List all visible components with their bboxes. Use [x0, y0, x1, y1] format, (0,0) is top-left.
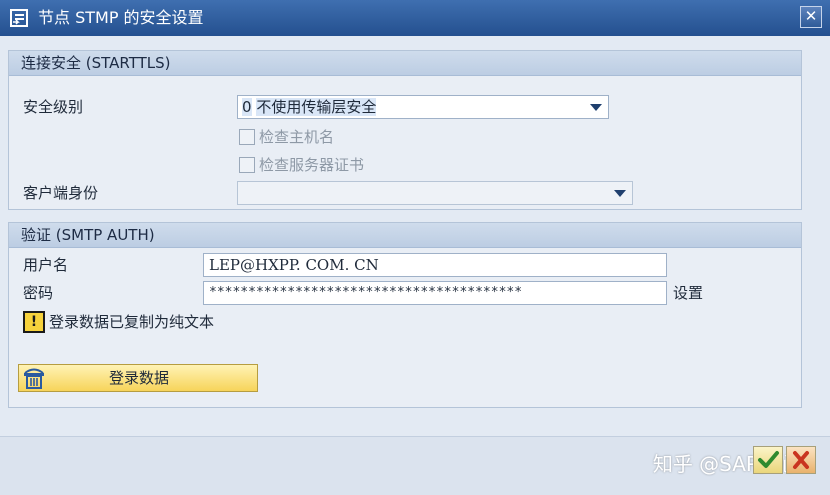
ok-button[interactable] [753, 446, 783, 474]
chevron-down-icon[interactable] [614, 190, 626, 197]
username-label: 用户名 [23, 256, 69, 274]
authentication-header: 验证 (SMTP AUTH) [9, 223, 801, 248]
warning-icon: ! [23, 311, 45, 333]
dialog-body: 连接安全 (STARTTLS) 安全级别 0 不使用传输层安全 检查主机名 检查… [0, 36, 830, 495]
login-data-button[interactable]: 登录数据 [18, 364, 258, 392]
password-label: 密码 [23, 284, 54, 302]
set-password-link[interactable]: 设置 [673, 283, 703, 303]
client-identity-label: 客户端身份 [23, 184, 99, 202]
client-identity-select[interactable] [237, 181, 633, 205]
username-input[interactable]: LEP@HXPP. COM. CN [203, 253, 667, 277]
close-button[interactable]: ✕ [800, 6, 822, 28]
security-level-code: 0 [242, 98, 252, 116]
connection-security-header: 连接安全 (STARTTLS) [9, 51, 801, 76]
cancel-button[interactable] [786, 446, 816, 474]
security-level-value: 0 不使用传输层安全 [242, 97, 377, 117]
cancel-icon [793, 451, 809, 469]
connection-security-group: 连接安全 (STARTTLS) 安全级别 0 不使用传输层安全 检查主机名 检查… [8, 50, 802, 210]
security-level-label: 安全级别 [23, 98, 84, 116]
check-hostname-label: 检查主机名 [259, 128, 335, 146]
warning-message: 登录数据已复制为纯文本 [49, 313, 215, 331]
window-icon [10, 9, 28, 27]
security-level-text: 不使用传输层安全 [256, 98, 377, 116]
title-bar: 节点 STMP 的安全设置 ✕ [0, 0, 830, 36]
login-data-button-label: 登录数据 [108, 369, 169, 387]
check-hostname-checkbox[interactable] [239, 129, 255, 145]
check-server-cert-checkbox[interactable] [239, 157, 255, 173]
check-server-cert-label: 检查服务器证书 [259, 156, 365, 174]
checkmark-icon [758, 451, 779, 468]
chevron-down-icon[interactable] [590, 104, 602, 111]
password-input[interactable]: **************************************** [203, 281, 667, 305]
window-title: 节点 STMP 的安全设置 [38, 8, 204, 27]
close-icon: ✕ [804, 7, 818, 25]
security-level-select[interactable]: 0 不使用传输层安全 [237, 95, 609, 119]
